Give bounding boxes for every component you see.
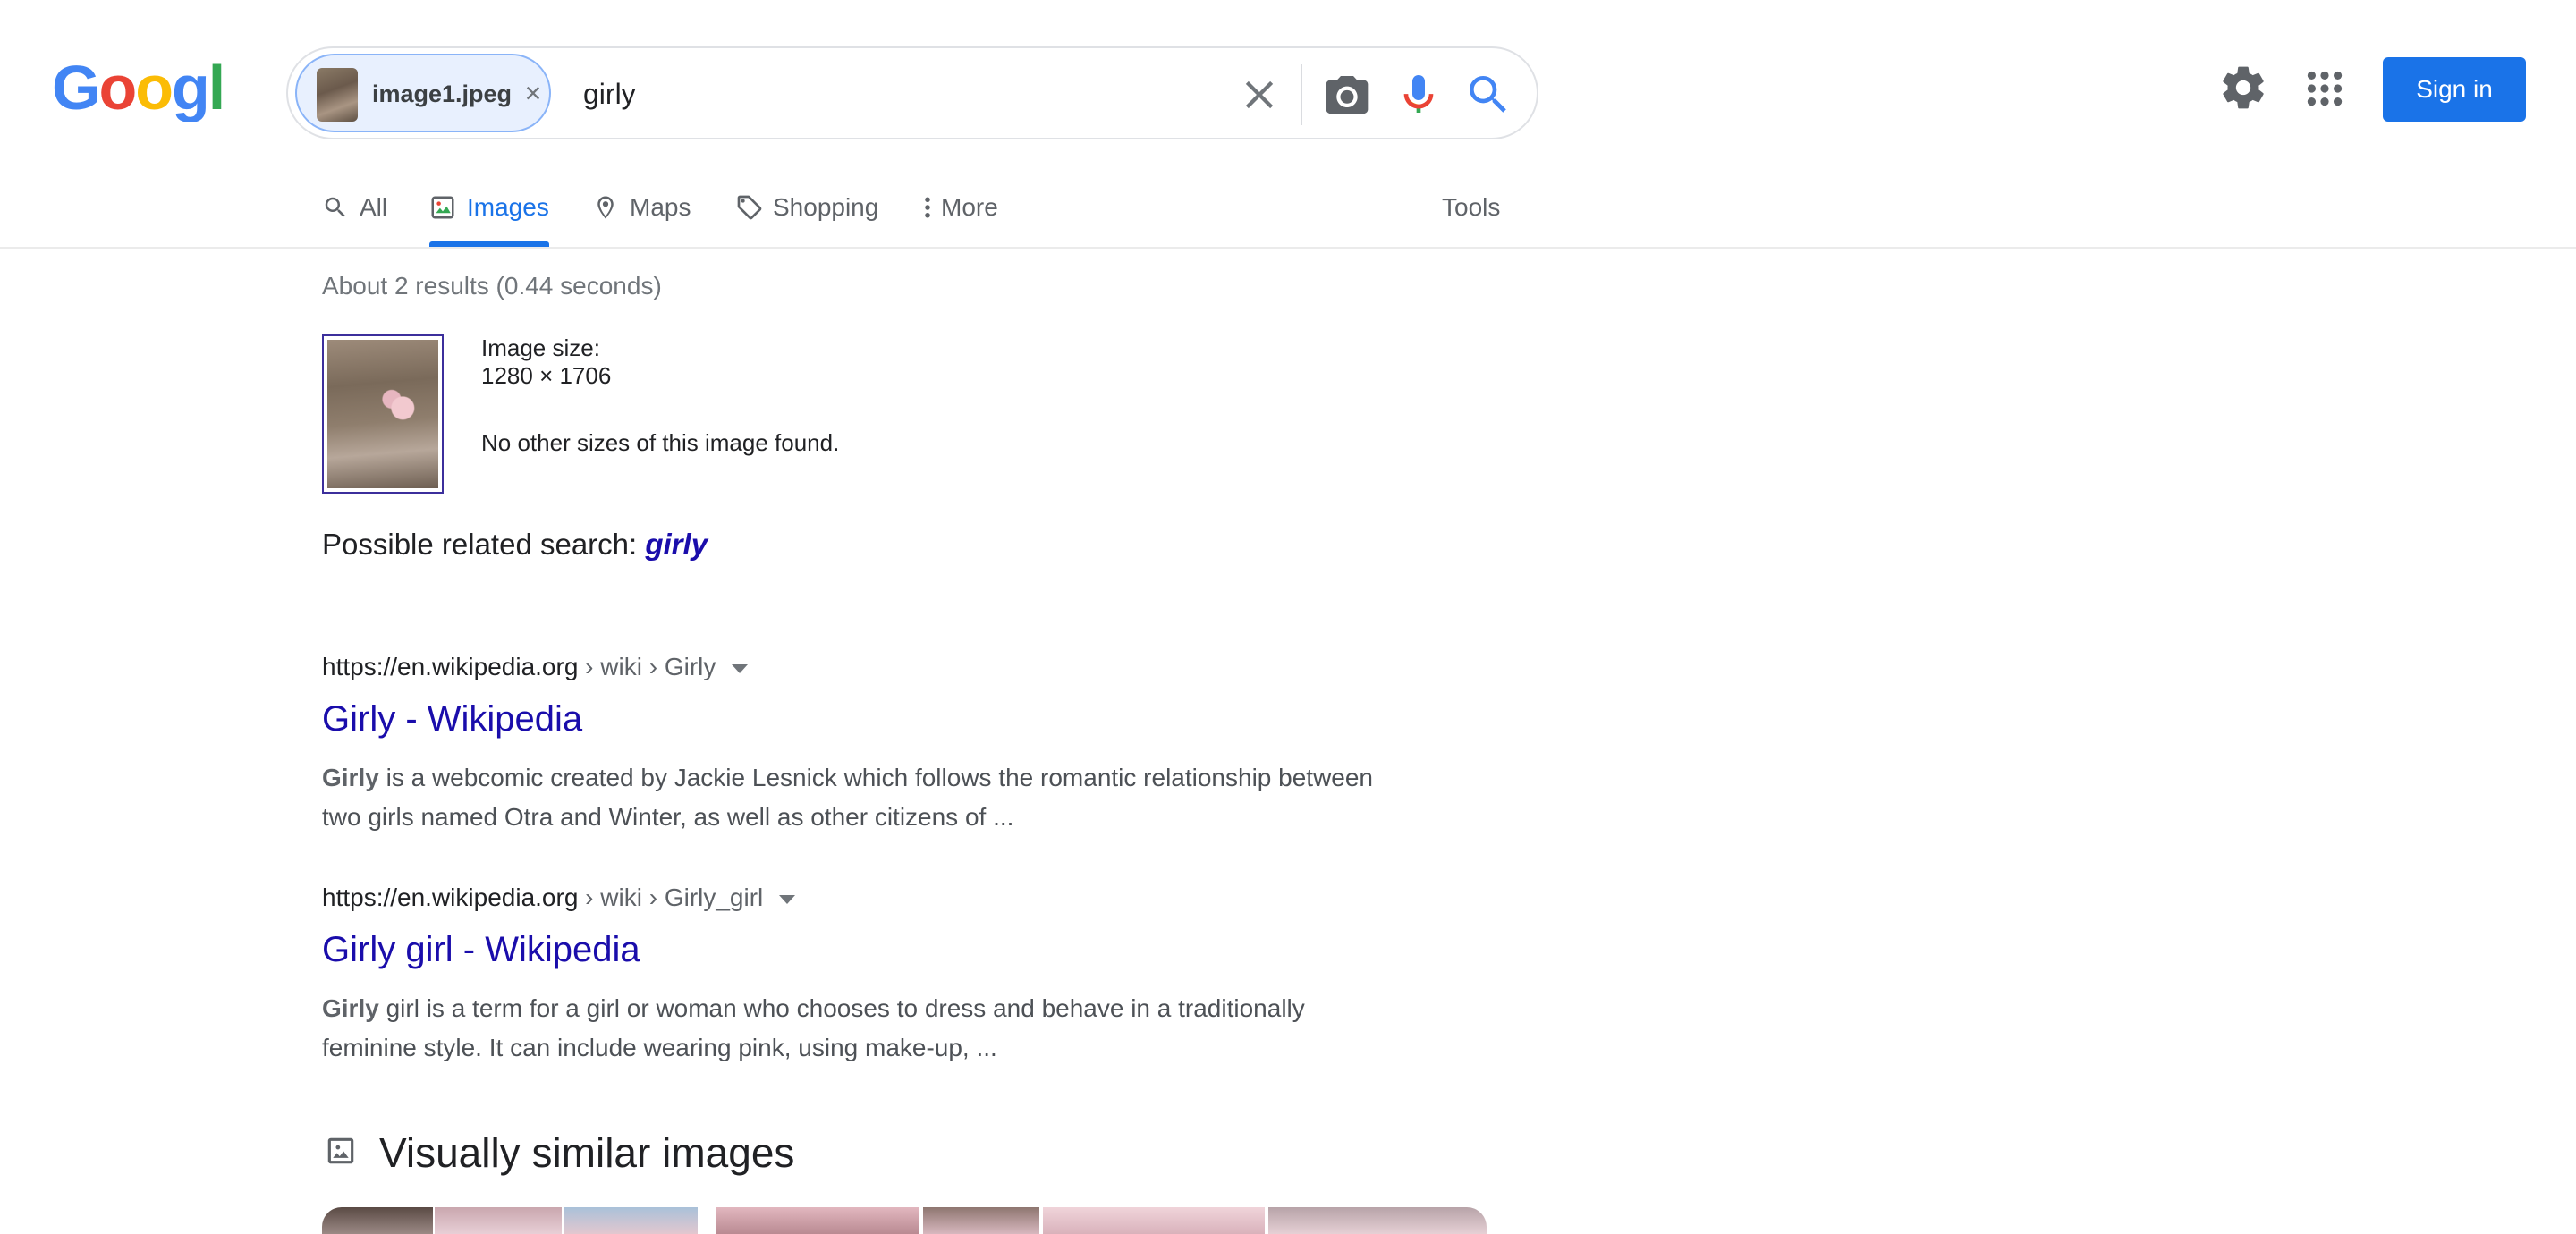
result-title-link[interactable]: Girly - Wikipedia: [322, 699, 1395, 749]
camera-icon[interactable]: [1322, 70, 1372, 120]
image-size-value: 1280 × 1706: [481, 362, 612, 389]
snippet-highlight: Girly: [322, 764, 379, 791]
apps-grid-icon[interactable]: [2302, 66, 2347, 111]
result-menu-caret-icon[interactable]: [779, 894, 796, 904]
query-image: [327, 340, 438, 488]
snippet-text: girl is a term for a girl or woman who c…: [322, 994, 1305, 1061]
snippet-text: is a webcomic created by Jackie Lesnick …: [322, 764, 1374, 831]
similar-image[interactable]: [564, 1207, 698, 1234]
result-menu-caret-icon[interactable]: [732, 663, 749, 673]
no-other-sizes-text: No other sizes of this image found.: [481, 429, 840, 456]
search-result: https://en.wikipedia.org › wiki › Girly_…: [322, 883, 1395, 1068]
query-image-thumbnail[interactable]: [322, 334, 444, 494]
result-stats: About 2 results (0.44 seconds): [322, 272, 662, 300]
active-tab-indicator: [429, 241, 549, 247]
search-input[interactable]: [583, 66, 1120, 122]
tab-label: All: [360, 193, 388, 221]
tab-label: Images: [467, 193, 549, 221]
close-icon[interactable]: [1236, 72, 1283, 118]
search-result: https://en.wikipedia.org › wiki › Girly …: [322, 653, 1395, 837]
result-url[interactable]: https://en.wikipedia.org › wiki › Girly_…: [322, 883, 1395, 919]
gear-icon[interactable]: [2218, 63, 2268, 113]
result-title-link[interactable]: Girly girl - Wikipedia: [322, 930, 1395, 980]
tab-label: Maps: [630, 193, 691, 221]
similar-image[interactable]: [1268, 1207, 1487, 1234]
similar-image[interactable]: [435, 1207, 562, 1234]
similar-image[interactable]: [923, 1207, 1039, 1234]
sign-in-button[interactable]: Sign in: [2383, 57, 2526, 122]
tab-label: More: [941, 193, 998, 221]
result-url[interactable]: https://en.wikipedia.org › wiki › Girly: [322, 653, 1395, 689]
tag-icon: [737, 195, 762, 220]
related-search: Possible related search: girly: [322, 528, 708, 562]
related-search-link[interactable]: girly: [645, 528, 708, 561]
result-domain: https://en.wikipedia.org: [322, 883, 579, 911]
search-divider: [1301, 64, 1302, 125]
snippet-highlight: Girly: [322, 994, 379, 1022]
similar-image[interactable]: [1043, 1207, 1265, 1234]
similar-image[interactable]: [716, 1207, 919, 1234]
chip-thumbnail: [317, 68, 358, 122]
chip-label: image1.jpeg: [372, 80, 513, 107]
search-icon[interactable]: [1463, 70, 1513, 120]
search-tabs: All Images Maps Shopping More Tools: [0, 175, 2576, 249]
chip-close-icon[interactable]: ×: [519, 72, 547, 114]
map-pin-icon: [597, 196, 614, 219]
result-path: › wiki › Girly_girl: [578, 883, 764, 911]
related-search-prefix: Possible related search:: [322, 528, 646, 561]
similar-images-strip: [322, 1207, 1487, 1234]
tab-label: Shopping: [773, 193, 879, 221]
image-size-label: Image size:: [481, 334, 600, 361]
svg-text:Google: Google: [52, 59, 222, 122]
google-logo[interactable]: Google: [52, 59, 222, 122]
search-icon: [325, 197, 345, 217]
tools-button[interactable]: Tools: [1442, 193, 1500, 222]
mic-icon[interactable]: [1394, 68, 1444, 120]
result-domain: https://en.wikipedia.org: [322, 653, 579, 680]
image-icon: [431, 196, 454, 219]
result-snippet: Girly girl is a term for a girl or woman…: [322, 989, 1395, 1068]
image-icon: [327, 1137, 354, 1164]
image-chip[interactable]: image1.jpeg ×: [295, 54, 551, 132]
more-vert-icon: [925, 197, 930, 218]
result-path: › wiki › Girly: [578, 653, 716, 680]
search-box: image1.jpeg ×: [286, 46, 1538, 139]
similar-images-heading: Visually similar images: [379, 1129, 795, 1176]
result-snippet: Girly is a webcomic created by Jackie Le…: [322, 758, 1395, 837]
similar-image[interactable]: [322, 1207, 433, 1234]
